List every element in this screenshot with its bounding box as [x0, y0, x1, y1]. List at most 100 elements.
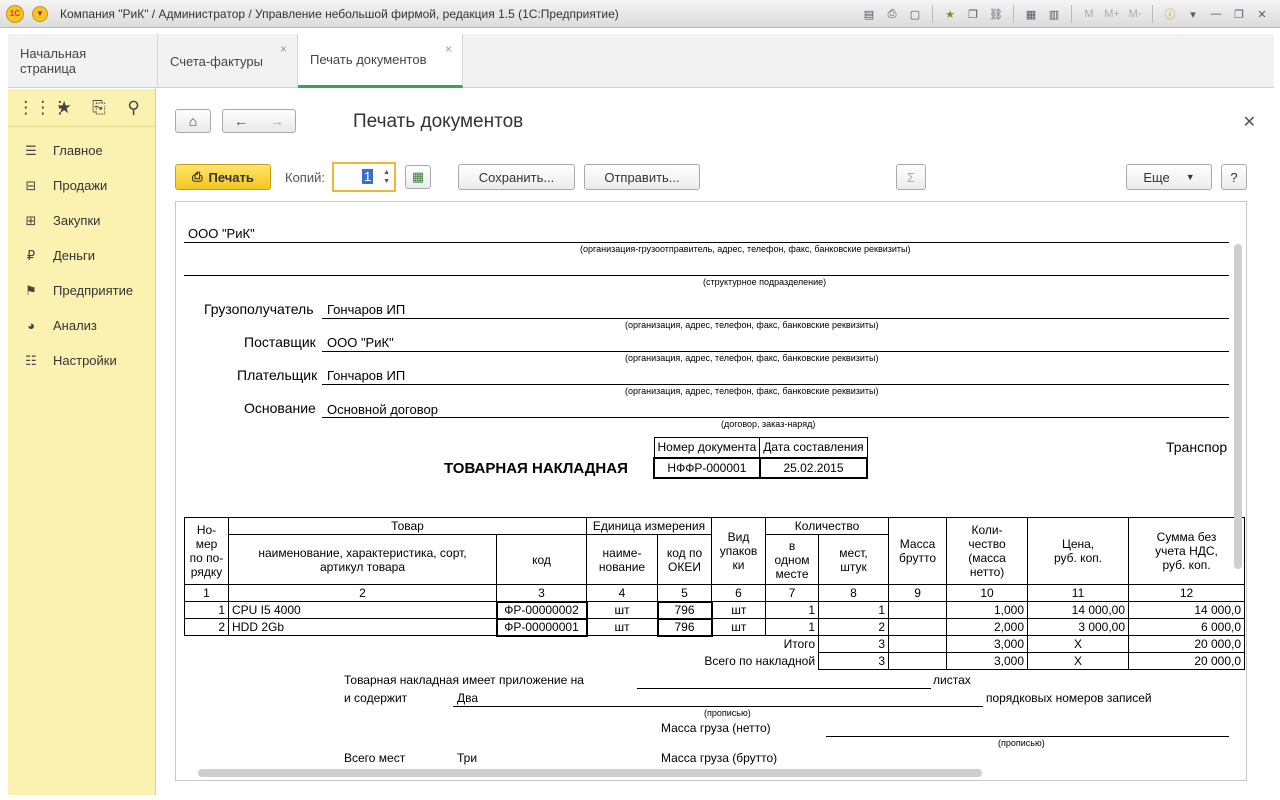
vertical-scrollbar[interactable] [1234, 244, 1242, 569]
col-number: 10 [946, 584, 1029, 602]
sidebar-item-sales[interactable]: ⊟ Продажи [8, 168, 155, 203]
docnum-value: НФФР-000001 [653, 456, 761, 479]
sidebar-item-label: Закупки [53, 213, 101, 228]
calculator-icon[interactable]: ▦ [1021, 4, 1041, 24]
main-menu-icon[interactable]: ▼ [32, 5, 48, 22]
appendix-text: Товарная накладная имеет приложение на [344, 673, 584, 687]
document-preview[interactable]: ООО "РиК" (организация-грузоотправитель,… [175, 201, 1247, 781]
links-icon[interactable]: ⛓ [986, 4, 1006, 24]
favorites-icon[interactable]: ★ [940, 4, 960, 24]
row-okei: 796 [656, 600, 713, 620]
header-goods-name: наименование, характеристика, сорт, арти… [228, 534, 497, 585]
star-icon[interactable]: ★ [52, 98, 76, 118]
document-number-table: Номер документа Дата составления НФФР-00… [653, 437, 869, 479]
more-button[interactable]: Еще ▼ [1126, 164, 1212, 190]
divider [322, 384, 1229, 385]
dropdown-icon[interactable]: ▾ [1183, 4, 1203, 24]
transport-label: Транспор [1166, 439, 1228, 455]
copies-stepper[interactable]: ▲ ▼ [383, 168, 390, 186]
copies-label: Копий: [285, 170, 325, 185]
sidebar-item-main[interactable]: ☰ Главное [8, 133, 155, 168]
table-settings-button[interactable]: ▦ [405, 165, 431, 189]
copy-icon[interactable]: ❐ [963, 4, 983, 24]
memory-minus-button[interactable]: M- [1125, 4, 1145, 24]
back-arrow-icon[interactable]: ← [234, 113, 248, 129]
history-icon[interactable]: ⎘ [87, 98, 111, 118]
more-button-label: Еще [1143, 169, 1170, 185]
sidebar-item-label: Анализ [53, 318, 97, 333]
tab-print-documents[interactable]: Печать документов × [298, 34, 463, 88]
search-icon[interactable]: ⚲ [122, 98, 146, 118]
info-icon[interactable]: ⓘ [1160, 4, 1180, 24]
supplier-value: ООО "РиК" [327, 335, 394, 350]
sigma-icon: Σ [906, 169, 916, 185]
close-window-icon[interactable]: ✕ [1252, 4, 1272, 24]
row-unit: шт [586, 601, 658, 619]
header-qty: Количество [765, 517, 890, 535]
preview-icon[interactable]: ▢ [905, 4, 925, 24]
tab-label: Счета-фактуры [170, 53, 263, 69]
memory-plus-button[interactable]: M+ [1102, 4, 1122, 24]
sidebar-item-enterprise[interactable]: ⚑ Предприятие [8, 273, 155, 308]
horizontal-scrollbar[interactable] [198, 769, 982, 777]
row-places: 2 [818, 618, 890, 636]
row-mass [888, 618, 948, 636]
tab-label: Печать документов [310, 52, 427, 67]
sidebar-item-settings[interactable]: ☷ Настройки [8, 343, 155, 378]
save-button[interactable]: Сохранить... [458, 164, 575, 190]
row-name: HDD 2Gb [228, 618, 497, 636]
divider [322, 351, 1229, 352]
total-places-label: Всего мест [344, 751, 406, 765]
list-icon: ☰ [25, 142, 37, 158]
consignee-value: Гончаров ИП [327, 302, 406, 317]
tab-invoices[interactable]: Счета-фактуры × [158, 34, 298, 88]
tab-home[interactable]: Начальная страница [8, 34, 158, 88]
restore-icon[interactable]: ❐ [1229, 4, 1249, 24]
send-button[interactable]: Отправить... [584, 164, 700, 190]
sum-button[interactable]: Σ [896, 164, 926, 190]
col-number: 12 [1128, 584, 1246, 602]
row-code: ФР-00000002 [495, 600, 588, 620]
payer-value: Гончаров ИП [327, 368, 406, 383]
print-button[interactable]: ⎙ Печать [175, 164, 271, 190]
copies-input[interactable]: 1 ▲ ▼ [332, 162, 396, 192]
memory-m-button[interactable]: M [1079, 4, 1099, 24]
row-num: 1 [184, 601, 229, 619]
tab-close-icon[interactable]: × [445, 42, 452, 56]
sidebar-item-purchases[interactable]: ⊞ Закупки [8, 203, 155, 238]
sidebar-item-money[interactable]: ₽ Деньги [8, 238, 155, 273]
row-qty: 2,000 [946, 618, 1029, 636]
header-mass: Масса брутто [888, 517, 948, 585]
divider [453, 706, 983, 707]
header-unit: Единица измерения [585, 517, 713, 535]
row-num: 2 [184, 618, 229, 636]
forward-arrow-icon[interactable]: → [270, 113, 284, 129]
calendar-icon[interactable]: ▥ [1044, 4, 1064, 24]
date-header: Дата составления [759, 437, 868, 458]
total-label: Итого [765, 635, 820, 653]
header-goods: Товар [228, 517, 587, 535]
tab-close-icon[interactable]: × [280, 42, 287, 56]
divider [322, 417, 1229, 418]
print-icon[interactable]: ⎙ [882, 4, 902, 24]
header-sum: Сумма без учета НДС, руб. коп. [1128, 517, 1246, 585]
row-qty: 1,000 [946, 601, 1029, 619]
settings-icon: ☷ [25, 352, 37, 368]
sidebar-item-analysis[interactable]: ◕ Анализ [8, 308, 155, 343]
places-words: Три [457, 751, 478, 765]
help-button[interactable]: ? [1221, 164, 1247, 190]
home-button[interactable]: ⌂ [175, 109, 211, 133]
page-title: Печать документов [353, 111, 524, 132]
divider [1013, 5, 1014, 23]
save-icon[interactable]: ▤ [859, 4, 879, 24]
shipper-hint: (организация-грузоотправитель, адрес, те… [580, 244, 911, 254]
copies-value: 1 [362, 169, 374, 184]
minimize-icon[interactable]: — [1206, 4, 1226, 24]
org-hint: (организация, адрес, телефон, факс, банк… [625, 386, 879, 396]
goods-table: Но- мер по по- рядку Товар Единица измер… [184, 517, 1246, 670]
sidebar-item-label: Главное [53, 143, 103, 158]
apps-grid-icon[interactable]: ⋮⋮⋮ [17, 98, 68, 118]
close-icon[interactable]: ✕ [1243, 112, 1256, 132]
grand-qty: 3,000 [946, 652, 1029, 670]
title-toolbar: ▤ ⎙ ▢ ★ ❐ ⛓ ▦ ▥ M M+ M- ⓘ ▾ — ❐ ✕ [859, 4, 1272, 24]
